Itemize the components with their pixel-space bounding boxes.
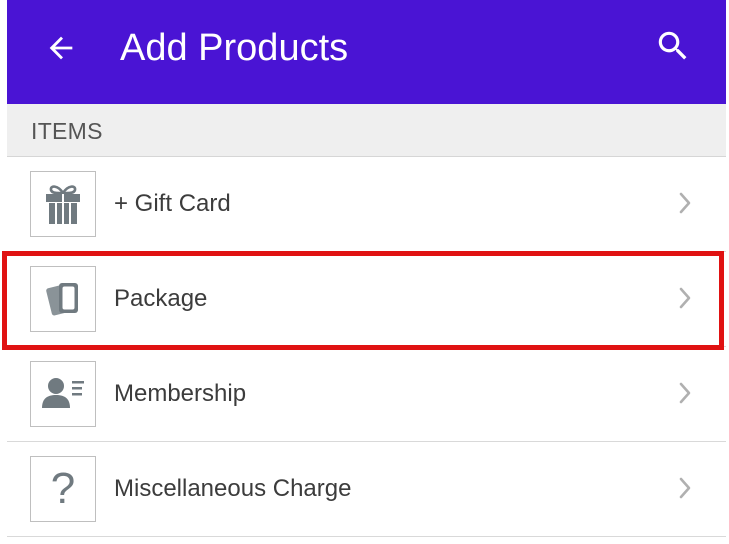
list-item-label: Miscellaneous Charge [114, 475, 352, 502]
chevron-right-icon [679, 477, 691, 499]
list-item-label: Package [114, 285, 208, 312]
items-section-header: ITEMS [7, 104, 726, 157]
list-item-gift-card[interactable]: + Gift Card [7, 157, 726, 252]
app-bar: Add Products [7, 0, 726, 104]
arrow-back-icon [49, 36, 73, 60]
chevron-right-icon [679, 287, 691, 309]
list-item-label: Membership [114, 380, 247, 407]
misc-icon-box: ? [30, 456, 96, 522]
list-item-package[interactable]: Package [7, 252, 726, 347]
product-type-list: + Gift Card Package Membership ? Miscell… [7, 157, 726, 537]
package-cards-icon [46, 283, 78, 316]
membership-card-icon [42, 378, 84, 408]
chevron-right-icon [679, 382, 691, 404]
chevron-right-icon [679, 192, 691, 214]
gift-icon-box [30, 171, 96, 237]
add-products-screen: Add Products ITEMS + Gift Card Package M… [0, 0, 729, 544]
search-icon [658, 31, 687, 60]
back-button[interactable] [37, 24, 85, 72]
gift-icon [46, 185, 80, 224]
list-item-miscellaneous-charge[interactable]: ? Miscellaneous Charge [7, 442, 726, 537]
search-button[interactable] [649, 22, 697, 70]
package-icon-box [30, 266, 96, 332]
list-item-membership[interactable]: Membership [7, 347, 726, 442]
membership-icon-box [30, 361, 96, 427]
question-mark-icon: ? [50, 464, 76, 513]
list-item-label: + Gift Card [114, 190, 231, 217]
section-title: ITEMS [31, 118, 103, 144]
page-title: Add Products [120, 27, 349, 69]
